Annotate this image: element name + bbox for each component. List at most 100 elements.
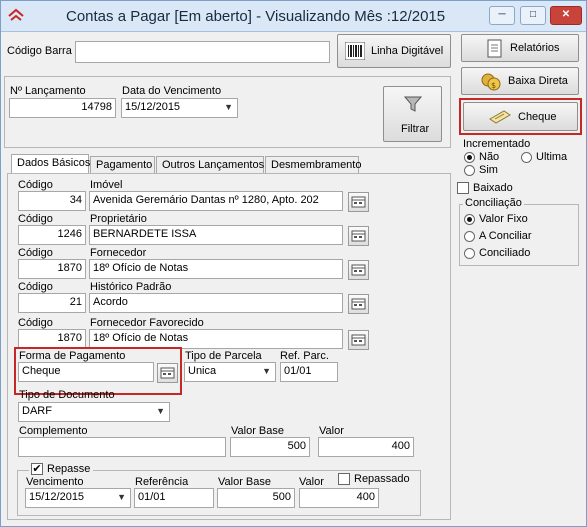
codigo-barra-input[interactable]: [75, 41, 330, 63]
lookup-icon: [351, 334, 366, 346]
repasse-valor-input[interactable]: 400: [299, 488, 379, 508]
minimize-button[interactable]: ─: [489, 6, 515, 25]
filtrar-button[interactable]: Filtrar: [383, 86, 442, 142]
imovel-codigo-label: Código: [18, 179, 53, 191]
cheque-label: Cheque: [518, 111, 557, 123]
favorecido-codigo-label: Código: [18, 317, 53, 329]
incrementado-sim-label: Sim: [479, 164, 498, 176]
coins-icon: $: [481, 73, 501, 91]
filtrar-label: Filtrar: [401, 123, 430, 135]
report-icon: [487, 39, 502, 58]
valor-input[interactable]: 400: [318, 437, 414, 457]
repasse-referencia-label: Referência: [135, 476, 189, 488]
incrementado-ultima-radio[interactable]: [521, 152, 532, 163]
chevron-down-icon: ▼: [117, 492, 126, 502]
conciliacao-conciliado-label: Conciliado: [479, 247, 531, 259]
tipo-documento-value: DARF: [22, 405, 52, 417]
num-lancamento-input[interactable]: 14798: [9, 98, 116, 118]
lookup-icon: [160, 367, 175, 379]
maximize-button[interactable]: □: [520, 6, 546, 25]
window-title: Contas a Pagar [Em aberto] - Visualizand…: [66, 8, 446, 25]
data-vencimento-value: 15/12/2015: [125, 101, 181, 113]
cheque-button[interactable]: Cheque: [463, 102, 578, 131]
ref-parc-label: Ref. Parc.: [280, 350, 329, 362]
favorecido-codigo-input[interactable]: 1870: [18, 329, 86, 349]
lookup-icon: [351, 196, 366, 208]
chevron-down-icon: ▼: [156, 406, 165, 416]
valor-base-input[interactable]: 500: [230, 437, 310, 457]
repasse-label: Repasse: [47, 463, 91, 475]
imovel-codigo-input[interactable]: 34: [18, 191, 86, 211]
cheque-icon: [489, 110, 511, 124]
favorecido-label: Fornecedor Favorecido: [90, 317, 204, 329]
forma-pagamento-label: Forma de Pagamento: [19, 350, 126, 362]
relatorios-button[interactable]: Relatórios: [461, 34, 579, 62]
historico-input[interactable]: Acordo: [89, 293, 343, 313]
repasse-checkbox[interactable]: ✔: [31, 463, 43, 475]
lookup-icon: [351, 298, 366, 310]
complemento-input[interactable]: [18, 437, 226, 457]
fornecedor-input[interactable]: 18º Ofício de Notas: [89, 259, 343, 279]
conciliacao-valor-fixo-label: Valor Fixo: [479, 213, 528, 225]
tipo-documento-select[interactable]: DARF ▼: [18, 402, 170, 422]
imovel-lookup-button[interactable]: [348, 192, 369, 212]
relatorios-label: Relatórios: [510, 42, 560, 54]
chevron-down-icon: ▼: [262, 366, 271, 376]
tipo-documento-label: Tipo de Documento: [19, 389, 115, 401]
linha-digitavel-button[interactable]: Linha Digitável: [337, 34, 451, 68]
complemento-label: Complemento: [19, 425, 88, 437]
valor-base-label: Valor Base: [231, 425, 284, 437]
repasse-valor-label: Valor: [299, 476, 324, 488]
conciliacao-a-conciliar-radio[interactable]: [464, 231, 475, 242]
historico-codigo-input[interactable]: 21: [18, 293, 86, 313]
lookup-icon: [351, 264, 366, 276]
tab-dados-basicos[interactable]: Dados Básicos: [11, 154, 90, 174]
conciliacao-conciliado-radio[interactable]: [464, 248, 475, 259]
baixa-direta-label: Baixa Direta: [508, 75, 568, 87]
repasse-valor-base-input[interactable]: 500: [217, 488, 295, 508]
favorecido-input[interactable]: 18º Ofício de Notas: [89, 329, 343, 349]
fornecedor-codigo-input[interactable]: 1870: [18, 259, 86, 279]
imovel-label: Imóvel: [90, 179, 123, 191]
repasse-vencimento-select[interactable]: 15/12/2015 ▼: [25, 488, 131, 508]
imovel-input[interactable]: Avenida Geremário Dantas nº 1280, Apto. …: [89, 191, 343, 211]
funnel-icon: [404, 96, 422, 112]
fornecedor-lookup-button[interactable]: [348, 260, 369, 280]
incrementado-nao-radio[interactable]: [464, 152, 475, 163]
tab-outros-lancamentos[interactable]: Outros Lançamentos: [156, 156, 264, 174]
repasse-vencimento-label: Vencimento: [26, 476, 84, 488]
proprietario-input[interactable]: BERNARDETE ISSA: [89, 225, 343, 245]
historico-codigo-label: Código: [18, 281, 53, 293]
data-vencimento-select[interactable]: 15/12/2015 ▼: [121, 98, 238, 118]
proprietario-lookup-button[interactable]: [348, 226, 369, 246]
historico-label: Histórico Padrão: [90, 281, 172, 293]
num-lancamento-label: Nº Lançamento: [10, 85, 86, 97]
repassado-checkbox[interactable]: [338, 473, 350, 485]
app-logo-icon: [8, 8, 24, 21]
conciliacao-valor-fixo-radio[interactable]: [464, 214, 475, 225]
close-button[interactable]: ✕: [550, 6, 582, 25]
tab-pagamento[interactable]: Pagamento: [90, 156, 155, 174]
repasse-valor-base-label: Valor Base: [218, 476, 271, 488]
ref-parc-input[interactable]: 01/01: [280, 362, 338, 382]
fornecedor-label: Fornecedor: [90, 247, 147, 259]
favorecido-lookup-button[interactable]: [348, 330, 369, 350]
tipo-parcela-select[interactable]: Unica ▼: [184, 362, 276, 382]
baixa-direta-button[interactable]: $ Baixa Direta: [461, 67, 579, 95]
proprietario-label: Proprietário: [90, 213, 147, 225]
incrementado-nao-label: Não: [479, 151, 500, 163]
repasse-referencia-input[interactable]: 01/01: [134, 488, 214, 508]
incrementado-sim-radio[interactable]: [464, 165, 475, 176]
repasse-vencimento-value: 15/12/2015: [29, 491, 85, 503]
tipo-parcela-label: Tipo de Parcela: [185, 350, 262, 362]
tab-desmembramento[interactable]: Desmembramento: [265, 156, 361, 174]
historico-lookup-button[interactable]: [348, 294, 369, 314]
forma-pagamento-input[interactable]: Cheque: [18, 362, 154, 382]
repassado-label: Repassado: [354, 473, 410, 485]
baixado-checkbox[interactable]: [457, 182, 469, 194]
linha-digitavel-label: Linha Digitável: [371, 45, 444, 57]
chevron-down-icon: ▼: [224, 102, 233, 112]
forma-pagamento-lookup-button[interactable]: [157, 363, 178, 383]
incrementado-ultima-label: Ultima: [536, 151, 568, 163]
proprietario-codigo-input[interactable]: 1246: [18, 225, 86, 245]
